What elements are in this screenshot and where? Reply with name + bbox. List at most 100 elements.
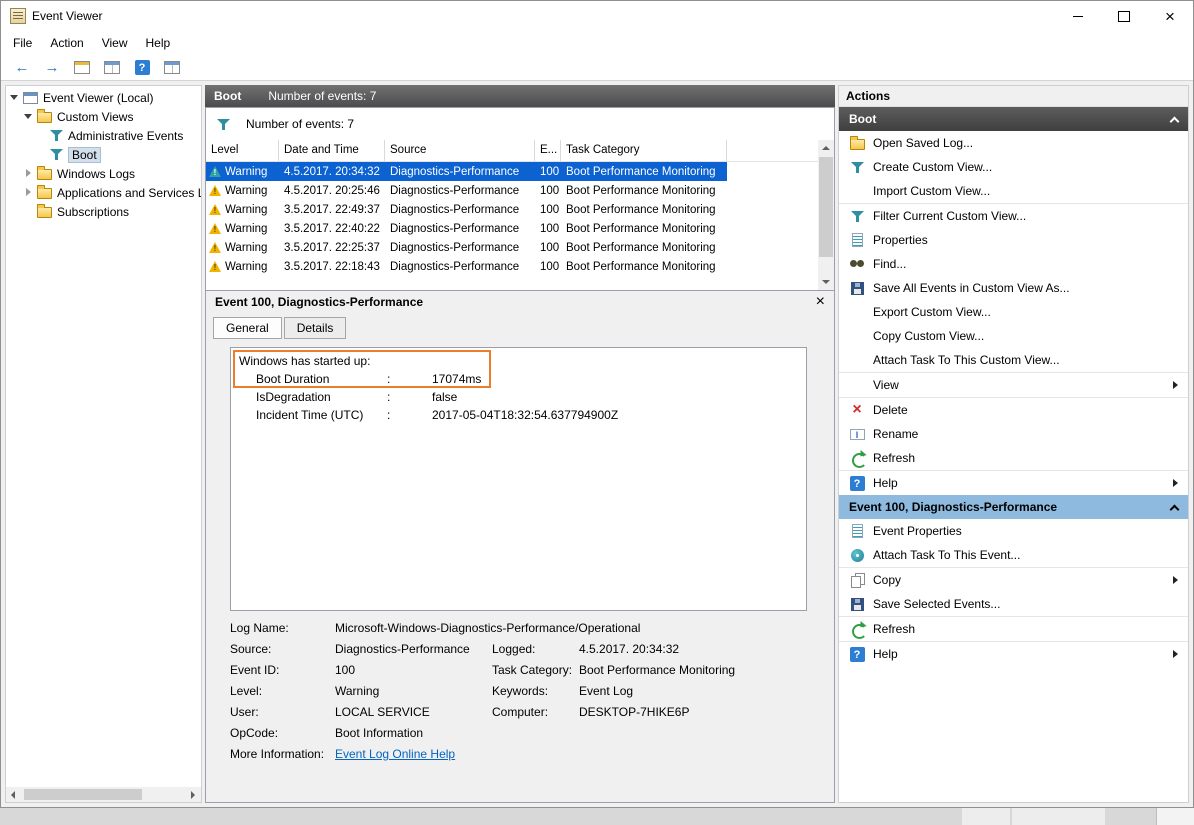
property-row: More Information: Event Log Online Help <box>230 745 834 766</box>
filter-funnel-icon <box>50 129 63 142</box>
show-hide-console-tree-button[interactable] <box>69 56 95 79</box>
event-log-online-help-link[interactable]: Event Log Online Help <box>335 747 455 761</box>
close-button[interactable] <box>1147 1 1193 31</box>
scrollbar-thumb[interactable] <box>24 789 142 800</box>
submenu-arrow-icon <box>1173 479 1178 487</box>
action-copy-custom-view[interactable]: Copy Custom View... <box>839 324 1188 348</box>
tree-item-custom-views[interactable]: Custom Views <box>6 107 201 126</box>
property-row: Log Name: Microsoft-Windows-Diagnostics-… <box>230 619 834 640</box>
scroll-down-button[interactable] <box>818 274 834 290</box>
detail-tabs: General Details <box>206 317 834 339</box>
action-import-custom-view[interactable]: Import Custom View... <box>839 179 1188 203</box>
actions-section-boot-header[interactable]: Boot <box>839 107 1188 131</box>
event-list: Warning 4.5.2017. 20:34:32 Diagnostics-P… <box>206 162 834 276</box>
menu-view[interactable]: View <box>93 33 137 53</box>
event-detail-pane: Event 100, Diagnostics-Performance Gener… <box>206 290 834 802</box>
action-open-saved-log[interactable]: Open Saved Log... <box>839 131 1188 155</box>
event-row[interactable]: Warning 3.5.2017. 22:18:43 Diagnostics-P… <box>206 257 727 276</box>
tree-item-windows-logs[interactable]: Windows Logs <box>6 164 201 183</box>
chevron-expanded-icon[interactable] <box>10 93 19 102</box>
column-header-level[interactable]: Level <box>206 140 279 161</box>
results-header-title: Boot <box>214 89 241 103</box>
taskbar-item[interactable] <box>1156 808 1194 825</box>
action-attach-task-custom-view[interactable]: Attach Task To This Custom View... <box>839 348 1188 372</box>
action-find[interactable]: Find... <box>839 252 1188 276</box>
taskbar-item[interactable] <box>1012 808 1105 825</box>
event-row[interactable]: Warning 4.5.2017. 20:25:46 Diagnostics-P… <box>206 181 727 200</box>
tree-item-administrative-events[interactable]: Administrative Events <box>6 126 201 145</box>
scrollbar-track[interactable] <box>22 787 185 802</box>
action-delete[interactable]: Delete <box>839 398 1188 422</box>
action-help-event-submenu[interactable]: Help <box>839 642 1188 666</box>
tree-item-boot[interactable]: Boot <box>6 145 201 164</box>
event-viewer-window: Event Viewer File Action View Help Ev <box>0 0 1194 808</box>
events-count-label: Number of events: 7 <box>246 117 354 131</box>
blank-icon <box>849 377 865 393</box>
menu-action[interactable]: Action <box>41 33 92 53</box>
tree-item-event-viewer-local[interactable]: Event Viewer (Local) <box>6 88 201 107</box>
scroll-left-button[interactable] <box>6 787 22 802</box>
event-row[interactable]: Warning 3.5.2017. 22:40:22 Diagnostics-P… <box>206 219 727 238</box>
action-help-submenu[interactable]: Help <box>839 471 1188 495</box>
toolbar-help-button[interactable] <box>129 56 155 79</box>
action-save-selected-events[interactable]: Save Selected Events... <box>839 592 1188 616</box>
event-list-scrollbar[interactable] <box>818 140 834 290</box>
scrollbar-thumb[interactable] <box>819 157 833 257</box>
column-header-task-category[interactable]: Task Category <box>561 140 727 161</box>
actions-section-event-header[interactable]: Event 100, Diagnostics-Performance <box>839 495 1188 519</box>
menu-file[interactable]: File <box>4 33 41 53</box>
filter-funnel-icon <box>851 210 864 223</box>
window-controls <box>1055 1 1193 31</box>
collapse-chevron-icon[interactable] <box>1170 117 1180 127</box>
action-properties[interactable]: Properties <box>839 228 1188 252</box>
minimize-button[interactable] <box>1055 1 1101 31</box>
warning-icon <box>209 185 221 196</box>
maximize-button[interactable] <box>1101 1 1147 31</box>
chevron-collapsed-icon[interactable] <box>24 188 33 197</box>
forward-button[interactable] <box>39 56 65 79</box>
action-rename[interactable]: Rename <box>839 422 1188 446</box>
property-row: Event ID: 100 Task Category: Boot Perfor… <box>230 661 834 682</box>
action-save-all-events[interactable]: Save All Events in Custom View As... <box>839 276 1188 300</box>
list-grid-icon <box>104 61 120 74</box>
scroll-up-button[interactable] <box>818 140 834 156</box>
taskbar-item[interactable] <box>962 808 1010 825</box>
show-hide-action-pane-button[interactable] <box>159 56 185 79</box>
chevron-expanded-icon[interactable] <box>24 112 33 121</box>
event-row[interactable]: Warning 4.5.2017. 20:34:32 Diagnostics-P… <box>206 162 727 181</box>
blank-icon <box>849 183 865 199</box>
warning-icon <box>209 223 221 234</box>
results-header-count: Number of events: 7 <box>268 89 376 103</box>
tree-item-applications-services-logs[interactable]: Applications and Services Logs <box>6 183 201 202</box>
action-refresh-event[interactable]: Refresh <box>839 617 1188 641</box>
back-button[interactable] <box>9 56 35 79</box>
toolbar <box>1 54 1193 81</box>
action-copy-submenu[interactable]: Copy <box>839 568 1188 592</box>
tree-item-subscriptions[interactable]: Subscriptions <box>6 202 201 221</box>
blank-icon <box>849 328 865 344</box>
collapse-chevron-icon[interactable] <box>1170 505 1180 515</box>
action-filter-current-custom-view[interactable]: Filter Current Custom View... <box>839 204 1188 228</box>
action-refresh[interactable]: Refresh <box>839 446 1188 470</box>
action-create-custom-view[interactable]: Create Custom View... <box>839 155 1188 179</box>
tab-general[interactable]: General <box>213 317 282 339</box>
save-disk-icon <box>851 282 864 295</box>
event-row[interactable]: Warning 3.5.2017. 22:25:37 Diagnostics-P… <box>206 238 727 257</box>
action-export-custom-view[interactable]: Export Custom View... <box>839 300 1188 324</box>
action-event-properties[interactable]: Event Properties <box>839 519 1188 543</box>
menu-help[interactable]: Help <box>137 33 180 53</box>
rename-icon <box>850 429 865 440</box>
column-header-source[interactable]: Source <box>385 140 535 161</box>
export-list-button[interactable] <box>99 56 125 79</box>
selected-tree-label: Boot <box>68 147 101 163</box>
tab-details[interactable]: Details <box>284 317 347 339</box>
close-detail-button[interactable] <box>816 294 825 310</box>
action-attach-task-event[interactable]: Attach Task To This Event... <box>839 543 1188 567</box>
scroll-right-button[interactable] <box>185 787 201 802</box>
tree-horizontal-scrollbar[interactable] <box>6 787 201 802</box>
column-header-date-time[interactable]: Date and Time <box>279 140 385 161</box>
event-row[interactable]: Warning 3.5.2017. 22:49:37 Diagnostics-P… <box>206 200 727 219</box>
chevron-collapsed-icon[interactable] <box>24 169 33 178</box>
action-view-submenu[interactable]: View <box>839 373 1188 397</box>
column-header-event-id[interactable]: E... <box>535 140 561 161</box>
